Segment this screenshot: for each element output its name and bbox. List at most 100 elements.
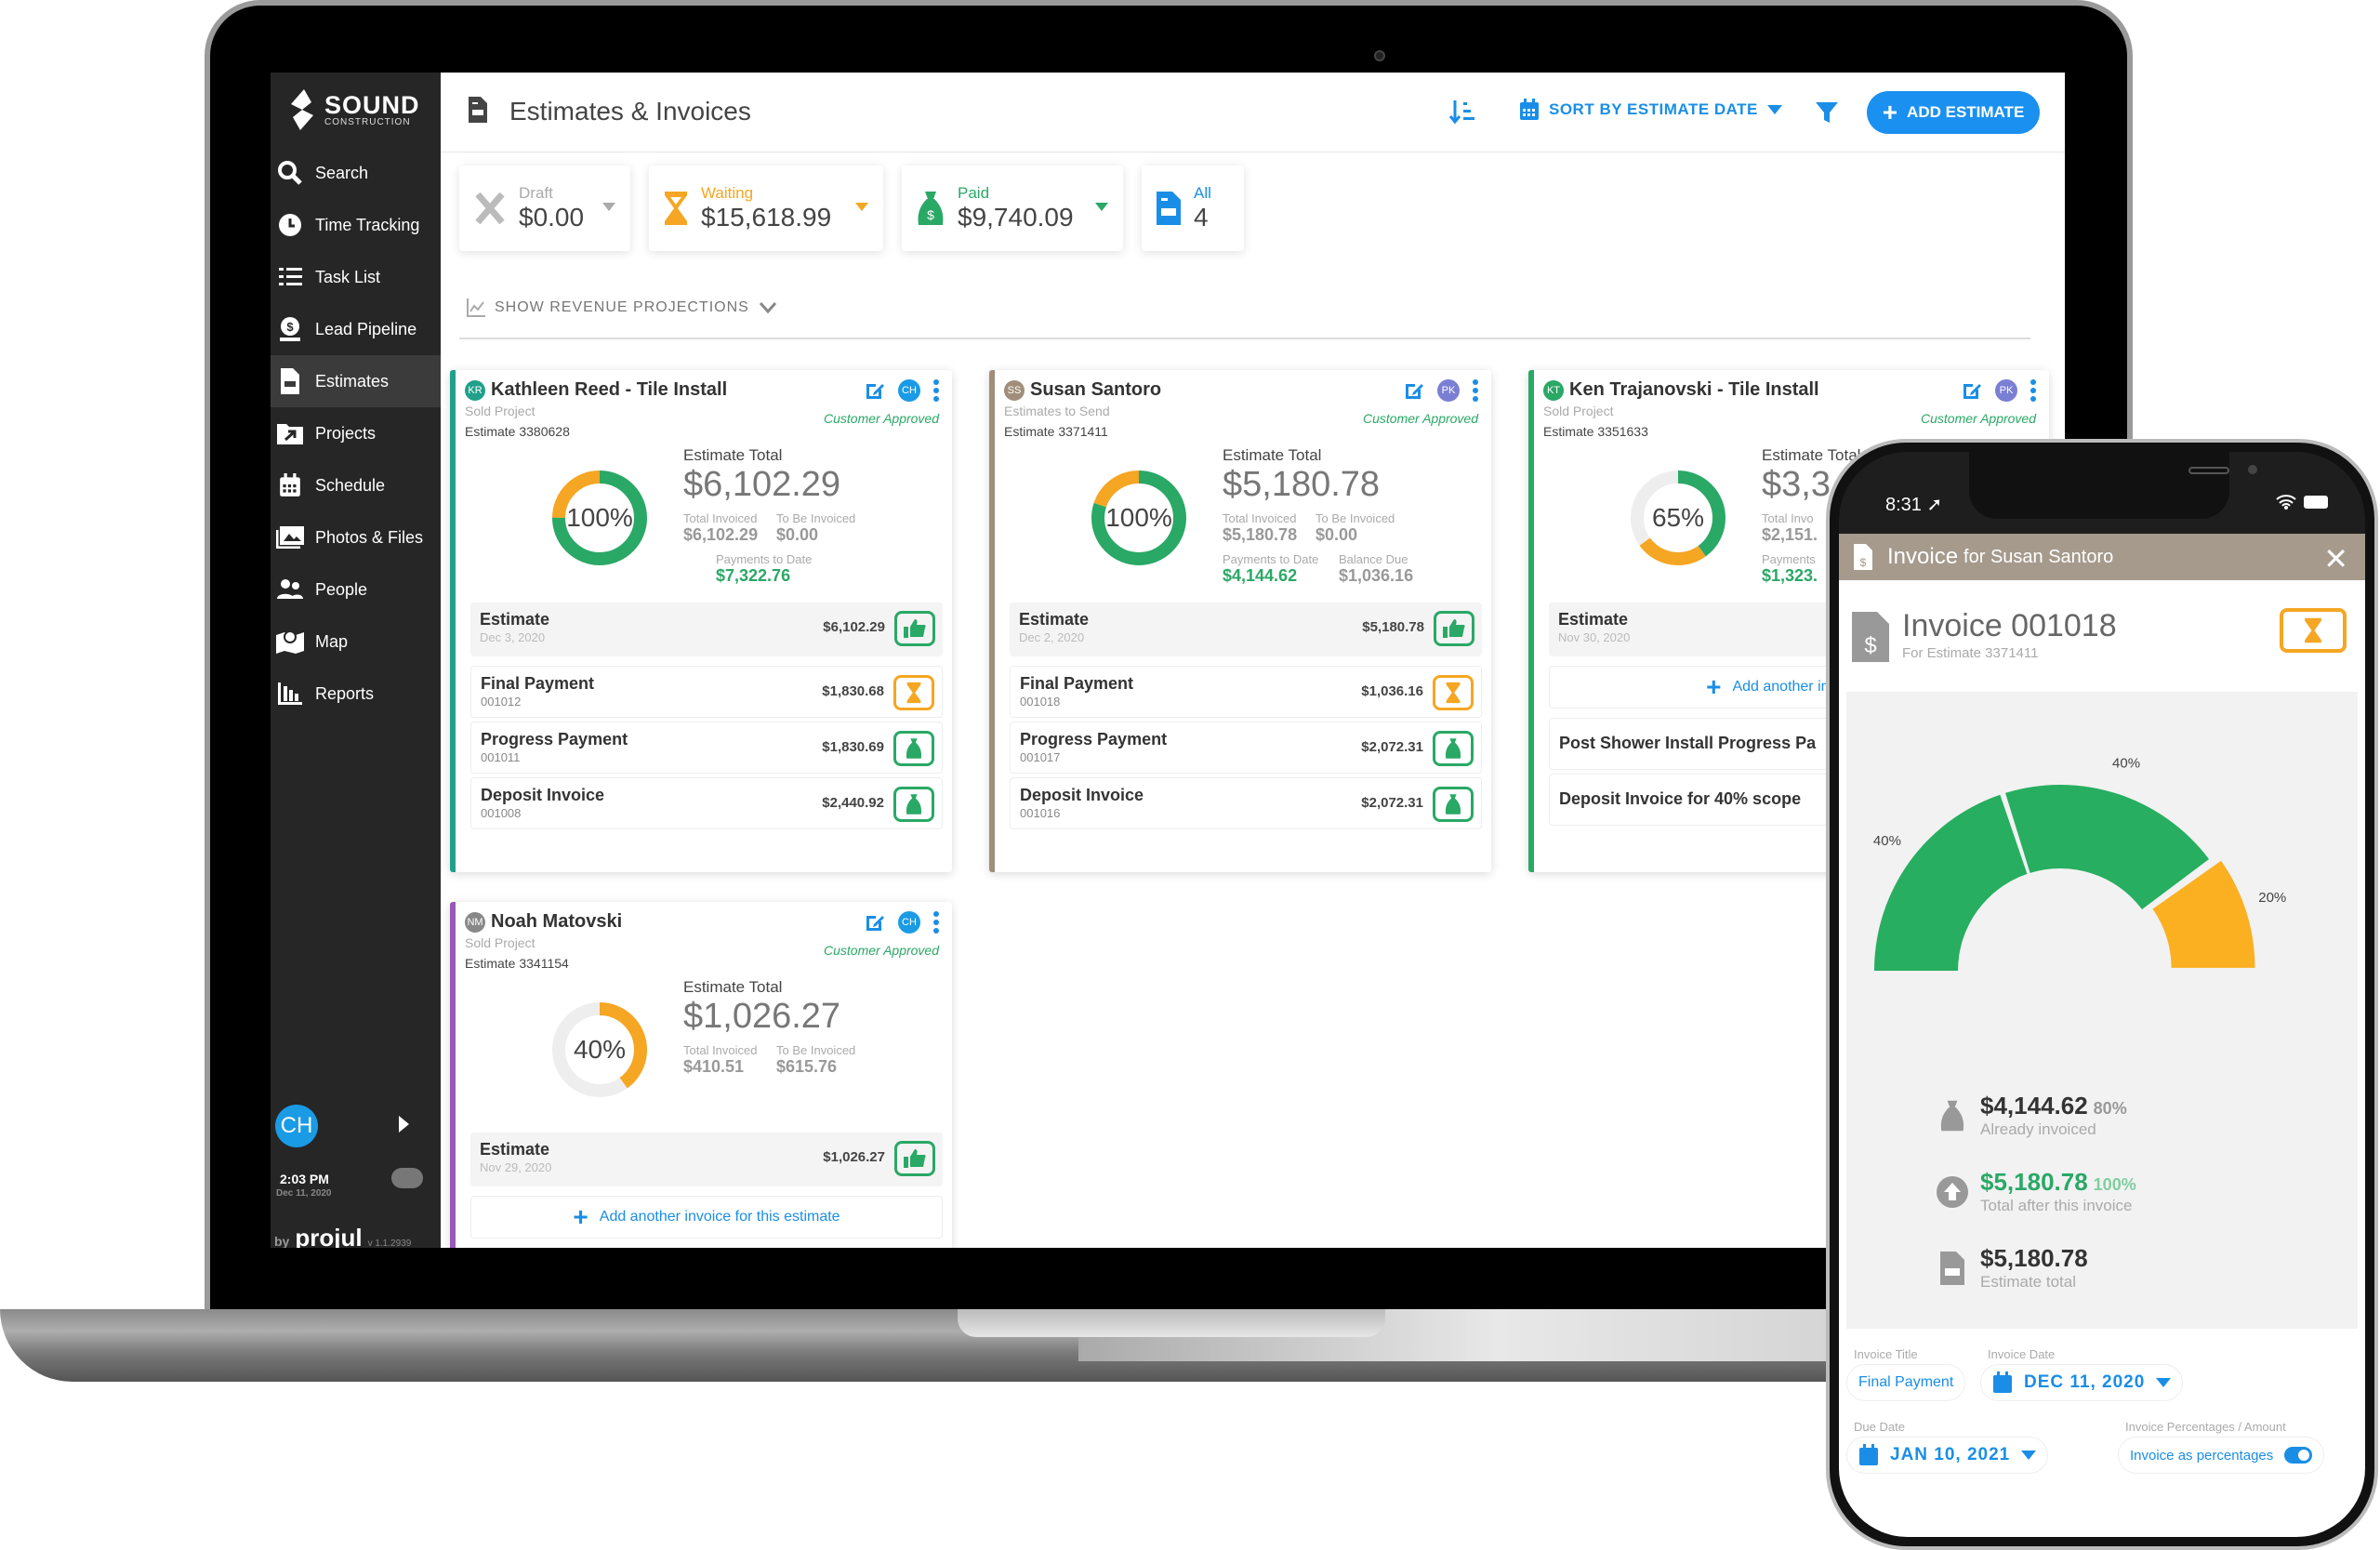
sidebar-item-task-list[interactable]: Task List: [271, 251, 441, 303]
more-options-icon[interactable]: [933, 911, 939, 934]
invoice-row[interactable]: Progress Payment 001017 $2,072.31: [1010, 722, 1482, 774]
user-avatar[interactable]: CH: [275, 1105, 318, 1147]
stat-label: Estimate total: [1980, 1273, 2076, 1291]
brand-logo[interactable]: SOUND CONSTRUCTION: [287, 89, 420, 130]
invoice-row[interactable]: Final Payment 001018 $1,036.16: [1010, 666, 1482, 718]
invoice-row[interactable]: Final Payment 001012 $1,830.68: [470, 666, 943, 718]
close-icon[interactable]: ✕: [2323, 541, 2348, 576]
invoice-status-waiting-button[interactable]: [2280, 608, 2347, 653]
waiting-status-button[interactable]: [893, 675, 934, 710]
more-options-icon[interactable]: [1473, 379, 1478, 402]
tile-draft[interactable]: Draft $0.00: [459, 166, 630, 251]
chevron-down-icon: [1095, 203, 1108, 211]
filter-icon[interactable]: [1815, 100, 1839, 125]
search-icon: [276, 160, 304, 186]
sidebar-item-label: Lead Pipeline: [315, 319, 417, 338]
toggle-switch[interactable]: [2284, 1447, 2313, 1464]
approved-thumbs-up-button[interactable]: [1434, 611, 1474, 646]
customer-name[interactable]: Susan Santoro: [1030, 379, 1161, 401]
balance-due: Balance Due $1,036.16: [1339, 552, 1413, 586]
row-amount: $1,830.69: [822, 739, 884, 755]
sidebar-item-schedule[interactable]: Schedule: [271, 459, 441, 511]
sidebar-item-reports[interactable]: Reports: [271, 668, 441, 720]
show-revenue-projections-toggle[interactable]: SHOW REVENUE PROJECTIONS: [467, 298, 777, 317]
estimate-row[interactable]: Estimate Nov 29, 2020 $1,026.27: [470, 1133, 943, 1186]
sidebar-item-time-tracking[interactable]: Time Tracking: [271, 199, 441, 251]
app-version: v 1.1.2939: [367, 1239, 412, 1248]
edit-icon[interactable]: [865, 380, 885, 401]
phone-display: 8:31 ➚ $ Invoice for Susan Santoro ✕ $ I…: [1839, 452, 2365, 1537]
sort-direction-icon[interactable]: [1449, 99, 1475, 126]
paid-status-button[interactable]: [893, 731, 934, 766]
invoice-date-picker[interactable]: DEC 11, 2020: [1980, 1364, 2184, 1401]
edit-icon[interactable]: [1404, 380, 1424, 401]
paid-status-button[interactable]: [893, 787, 934, 822]
sidebar-item-people[interactable]: People: [271, 563, 441, 616]
estimate-total-value: $6,102.29: [683, 465, 841, 504]
tile-waiting[interactable]: Waiting $15,618.99: [649, 166, 883, 251]
add-invoice-button[interactable]: + Add another invoice for this estimate: [470, 1196, 943, 1239]
sidebar-item-map[interactable]: Map: [271, 616, 441, 668]
row-title: Estimate: [1558, 610, 1629, 629]
invoice-number: 001011: [481, 750, 521, 764]
edit-icon[interactable]: [865, 912, 885, 933]
card-actions: CH: [865, 911, 939, 934]
estimate-card[interactable]: KR Kathleen Reed - Tile Install Sold Pro…: [450, 370, 952, 872]
sort-by-dropdown[interactable]: SORT BY ESTIMATE DATE: [1519, 99, 1782, 121]
paid-status-button[interactable]: [1433, 787, 1474, 822]
paid-status-button[interactable]: [1433, 731, 1474, 766]
sidebar-item-search[interactable]: Search: [271, 147, 441, 199]
clock-icon: [276, 212, 304, 238]
customer-name[interactable]: Noah Matovski: [491, 911, 622, 933]
more-options-icon[interactable]: [2030, 379, 2036, 402]
row-amount: $2,072.31: [1361, 795, 1423, 811]
due-date-picker[interactable]: JAN 10, 2021: [1846, 1437, 2049, 1474]
assignee-avatar[interactable]: CH: [898, 379, 920, 402]
tile-all[interactable]: All 4: [1142, 166, 1244, 251]
expand-sidebar-arrow-icon[interactable]: [399, 1116, 409, 1133]
stat-value: $0.00: [776, 525, 819, 544]
sidebar-item-projects[interactable]: Projects: [271, 407, 441, 459]
cloud-upload-icon[interactable]: [391, 1168, 423, 1188]
more-options-icon[interactable]: [933, 379, 939, 402]
payments-to-date: Payments $1,323.: [1762, 552, 1818, 586]
gauge-segment-deposit-invoice[interactable]: [1874, 794, 2028, 971]
sidebar-item-estimates[interactable]: Estimates: [271, 355, 441, 407]
sidebar-item-label: People: [315, 579, 368, 599]
invoice-row[interactable]: Progress Payment 001011 $1,830.69: [470, 722, 943, 774]
approved-thumbs-up-button[interactable]: [894, 611, 935, 646]
invoice-row[interactable]: Deposit Invoice 001008 $2,440.92: [470, 777, 943, 829]
gauge-segment-progress-payment[interactable]: [2005, 785, 2210, 910]
invoice-number: 001017: [1020, 750, 1061, 764]
customer-name[interactable]: Ken Trajanovski - Tile Install: [1569, 379, 1819, 401]
clock-time: 2:03 PM: [280, 1172, 329, 1186]
invoice-number: 001008: [481, 806, 522, 820]
tile-paid[interactable]: $ Paid $9,740.09: [902, 166, 1123, 251]
row-date: Nov 29, 2020: [480, 1160, 552, 1174]
estimate-card[interactable]: NM Noah Matovski Sold Project Estimate 3…: [450, 902, 952, 1248]
chevron-down-icon: [2156, 1378, 2172, 1387]
estimate-card[interactable]: SS Susan Santoro Estimates to Send Estim…: [989, 370, 1491, 872]
add-estimate-button[interactable]: + ADD ESTIMATE: [1867, 91, 2040, 134]
stat-value: $615.76: [776, 1057, 838, 1076]
money-bag-icon: [906, 794, 922, 815]
estimate-row[interactable]: Estimate Dec 2, 2020 $5,180.78: [1010, 603, 1482, 656]
estimate-row[interactable]: Estimate Dec 3, 2020 $6,102.29: [470, 603, 943, 656]
waiting-status-button[interactable]: [1433, 675, 1474, 710]
invoice-title-field[interactable]: Final Payment: [1846, 1364, 1966, 1401]
assignee-avatar[interactable]: PK: [1995, 379, 2017, 402]
stat-value: $1,036.16: [1339, 566, 1414, 585]
customer-name[interactable]: Kathleen Reed - Tile Install: [491, 379, 727, 401]
assignee-avatar[interactable]: CH: [898, 911, 920, 934]
location-arrow-icon: ➚: [1926, 495, 1943, 515]
sidebar-item-lead-pipeline[interactable]: $ Lead Pipeline: [271, 303, 441, 355]
assignee-avatar[interactable]: PK: [1437, 379, 1460, 402]
brand-name: SOUND: [324, 90, 420, 119]
invoice-row[interactable]: Deposit Invoice 001016 $2,072.31: [1010, 777, 1482, 829]
sidebar-item-photos-files[interactable]: Photos & Files: [271, 511, 441, 563]
stat-value: $4,144.62: [1980, 1092, 2088, 1119]
sidebar-item-label: Map: [315, 631, 349, 651]
invoice-mode-toggle[interactable]: Invoice as percentages: [2118, 1437, 2325, 1474]
edit-icon[interactable]: [1962, 380, 1982, 401]
approved-thumbs-up-button[interactable]: [894, 1141, 935, 1176]
